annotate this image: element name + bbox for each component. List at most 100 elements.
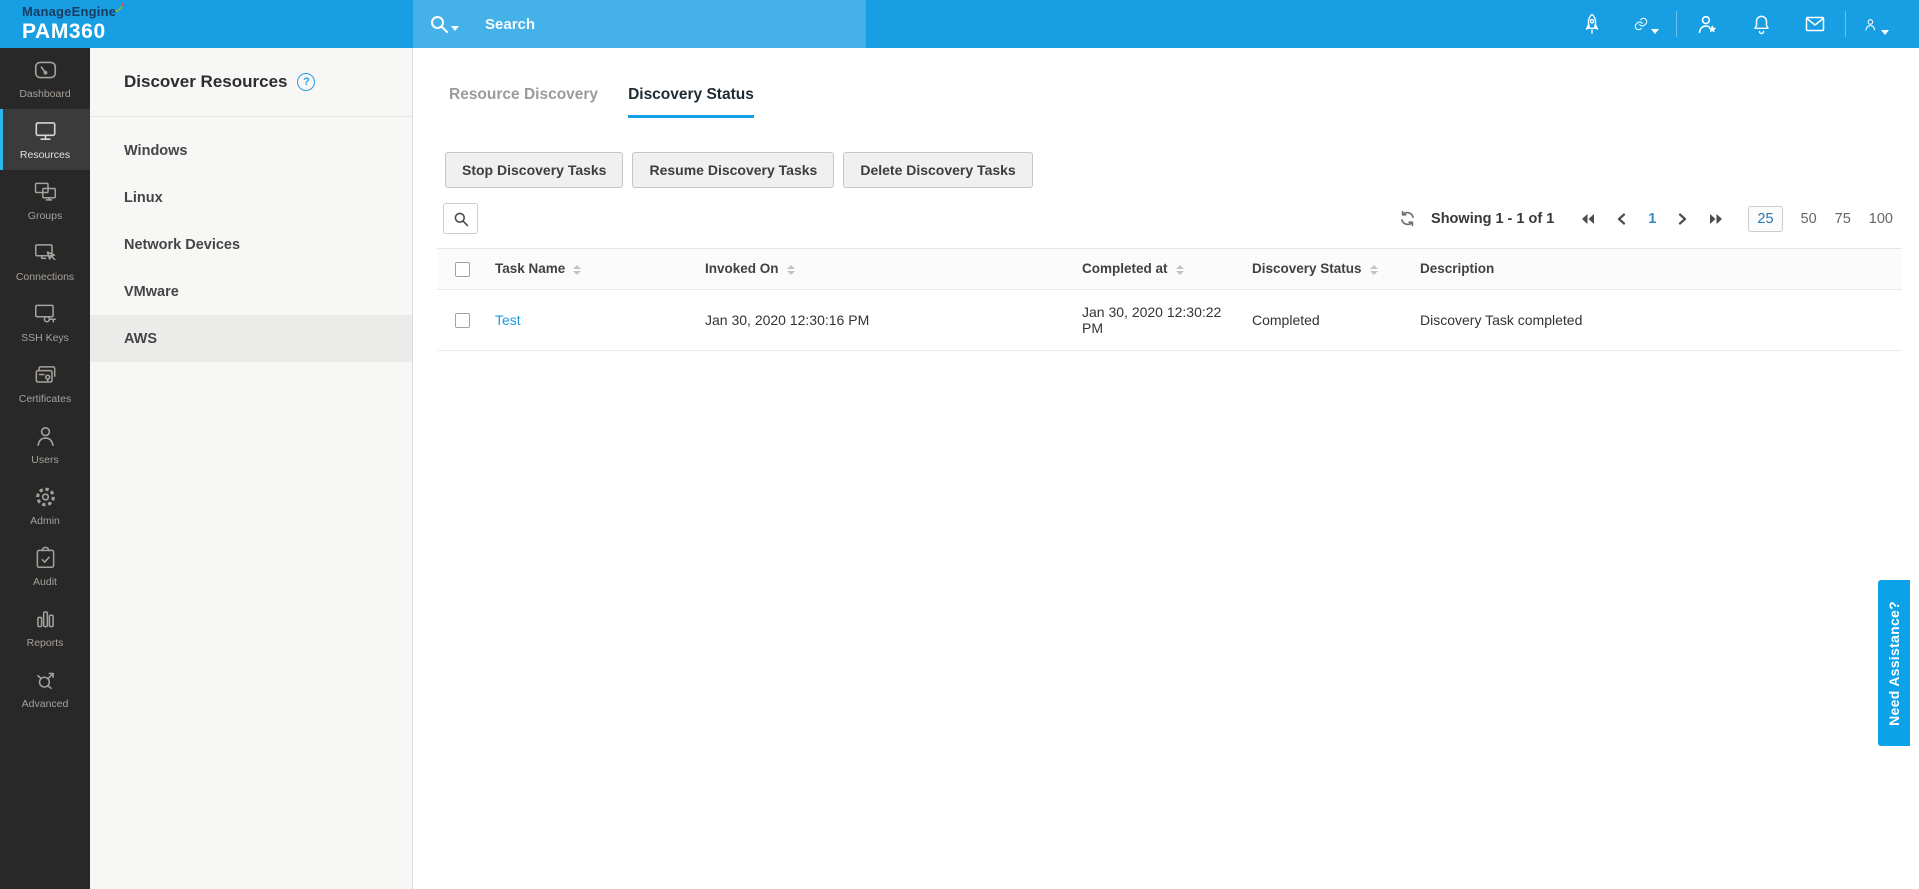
- row-select-cell: [437, 289, 487, 351]
- tab-discovery-status[interactable]: Discovery Status: [628, 86, 754, 118]
- showing-count-text: Showing 1 - 1 of 1: [1431, 210, 1555, 227]
- search-scope-caret-icon[interactable]: [451, 25, 459, 31]
- sidebar-item-dashboard[interactable]: Dashboard: [0, 48, 90, 109]
- column-header-task-name[interactable]: Task Name: [487, 248, 697, 290]
- bell-icon[interactable]: [1748, 10, 1774, 38]
- panel-item-linux[interactable]: Linux: [90, 174, 412, 221]
- resume-discovery-tasks-button[interactable]: Resume Discovery Tasks: [632, 152, 835, 188]
- column-header-completed-at[interactable]: Completed at: [1074, 248, 1244, 290]
- brand-swoosh-icon: [115, 3, 125, 12]
- discovery-status-table: Task Name Invoked On Completed at Discov…: [437, 248, 1902, 351]
- panel-item-network-devices[interactable]: Network Devices: [90, 221, 412, 268]
- sidebar-item-label: Certificates: [18, 393, 72, 405]
- panel-item-windows[interactable]: Windows: [90, 127, 412, 174]
- panel-item-aws[interactable]: AWS: [90, 315, 412, 362]
- sidebar-item-advanced[interactable]: Advanced: [0, 658, 90, 719]
- sidebar-item-audit[interactable]: Audit: [0, 536, 90, 597]
- table-row: Test Jan 30, 2020 12:30:16 PM Jan 30, 20…: [437, 289, 1902, 351]
- current-page-number[interactable]: 1: [1648, 211, 1656, 227]
- need-assistance-tab[interactable]: Need Assistance?: [1878, 580, 1910, 746]
- column-header-invoked-on[interactable]: Invoked On: [697, 248, 1074, 290]
- sidebar-item-label: Resources: [19, 149, 71, 161]
- sidebar-item-label: Advanced: [21, 698, 69, 710]
- page-size-75[interactable]: 75: [1835, 211, 1851, 227]
- invoked-on-cell: Jan 30, 2020 12:30:16 PM: [697, 289, 1074, 351]
- panel-menu: Windows Linux Network Devices VMware AWS: [90, 117, 412, 362]
- first-page-button[interactable]: [1581, 213, 1595, 225]
- previous-page-button[interactable]: [1617, 212, 1626, 225]
- monitor-cursor-icon: [34, 244, 55, 261]
- column-header-discovery-status[interactable]: Discovery Status: [1244, 248, 1412, 290]
- sidebar-item-connections[interactable]: Connections: [0, 231, 90, 292]
- search-input[interactable]: [485, 15, 825, 33]
- page-title: Discover Resources: [124, 72, 288, 91]
- link-icon[interactable]: [1633, 10, 1659, 38]
- sort-icon[interactable]: [573, 264, 582, 275]
- rocket-icon[interactable]: [1579, 10, 1605, 38]
- column-header-description: Description: [1412, 248, 1902, 290]
- task-actions-toolbar: Stop Discovery Tasks Resume Discovery Ta…: [445, 152, 1919, 188]
- page-size-50[interactable]: 50: [1801, 211, 1817, 227]
- sidebar-item-ssh-keys[interactable]: SSH Keys: [0, 292, 90, 353]
- refresh-icon[interactable]: [1399, 210, 1416, 227]
- last-page-button[interactable]: [1709, 213, 1723, 225]
- share-arrows-icon: [36, 672, 54, 690]
- select-all-checkbox[interactable]: [454, 261, 470, 277]
- sidebar-item-groups[interactable]: Groups: [0, 170, 90, 231]
- global-search-bar: [413, 0, 866, 48]
- completed-at-cell: Jan 30, 2020 12:30:22 PM: [1074, 289, 1244, 351]
- header-divider: [1676, 11, 1677, 37]
- discover-resources-panel: Discover Resources ? Windows Linux Netwo…: [90, 48, 413, 889]
- pagination: Showing 1 - 1 of 1 1 25 50 75 100: [1399, 205, 1902, 232]
- gear-icon: [35, 487, 55, 507]
- sort-icon[interactable]: [1369, 264, 1378, 275]
- brand-logo: ManageEngine PAM360: [22, 3, 125, 43]
- mail-icon[interactable]: [1802, 10, 1828, 38]
- discovery-status-cell: Completed: [1244, 289, 1412, 351]
- monitors-group-icon: [34, 182, 56, 201]
- search-icon[interactable]: [429, 14, 449, 34]
- delete-discovery-tasks-button[interactable]: Delete Discovery Tasks: [843, 152, 1033, 188]
- brand-company-name: ManageEngine: [22, 3, 125, 18]
- sidebar-item-label: Dashboard: [19, 88, 71, 100]
- user-icon[interactable]: [1863, 10, 1889, 38]
- sidebar-item-reports[interactable]: Reports: [0, 597, 90, 658]
- panel-header: Discover Resources ?: [90, 48, 412, 117]
- sidebar-item-label: Reports: [26, 637, 64, 649]
- sidebar-item-label: Connections: [15, 271, 75, 283]
- need-assistance-label: Need Assistance?: [1886, 600, 1902, 726]
- sidebar-item-admin[interactable]: Admin: [0, 475, 90, 536]
- header-icon-group: [1565, 0, 1903, 48]
- main-sidebar: Dashboard Resources Groups Connections S…: [0, 48, 90, 889]
- certificate-cards-icon: [35, 366, 55, 383]
- sidebar-item-label: Audit: [33, 576, 57, 588]
- task-name-link[interactable]: Test: [495, 312, 521, 328]
- tab-resource-discovery[interactable]: Resource Discovery: [449, 86, 598, 118]
- clipboard-check-icon: [36, 546, 54, 568]
- gauge-icon: [34, 61, 56, 79]
- sort-icon[interactable]: [786, 264, 795, 275]
- bar-chart-icon: [36, 611, 54, 628]
- table-search-button[interactable]: [443, 203, 478, 234]
- sidebar-item-resources[interactable]: Resources: [0, 109, 90, 170]
- sort-icon[interactable]: [1175, 264, 1184, 275]
- search-icon: [454, 212, 468, 226]
- sidebar-item-certificates[interactable]: Certificates: [0, 353, 90, 414]
- panel-item-vmware[interactable]: VMware: [90, 268, 412, 315]
- sidebar-item-users[interactable]: Users: [0, 414, 90, 475]
- select-all-cell: [437, 248, 487, 290]
- link-caret-icon: [1651, 28, 1659, 34]
- list-controls-bar: Showing 1 - 1 of 1 1 25 50 75 100: [443, 203, 1902, 234]
- monitor-icon: [34, 122, 56, 140]
- sidebar-item-label: Groups: [27, 210, 63, 222]
- brand-product-name: PAM360: [22, 20, 106, 43]
- tab-bar: Resource Discovery Discovery Status: [413, 86, 1919, 118]
- help-icon[interactable]: ?: [297, 73, 316, 91]
- header-divider: [1845, 11, 1846, 37]
- user-star-icon[interactable]: [1694, 10, 1720, 38]
- next-page-button[interactable]: [1678, 212, 1687, 225]
- row-checkbox[interactable]: [454, 313, 470, 329]
- stop-discovery-tasks-button[interactable]: Stop Discovery Tasks: [445, 152, 624, 188]
- page-size-100[interactable]: 100: [1869, 211, 1893, 227]
- page-size-25[interactable]: 25: [1748, 205, 1783, 232]
